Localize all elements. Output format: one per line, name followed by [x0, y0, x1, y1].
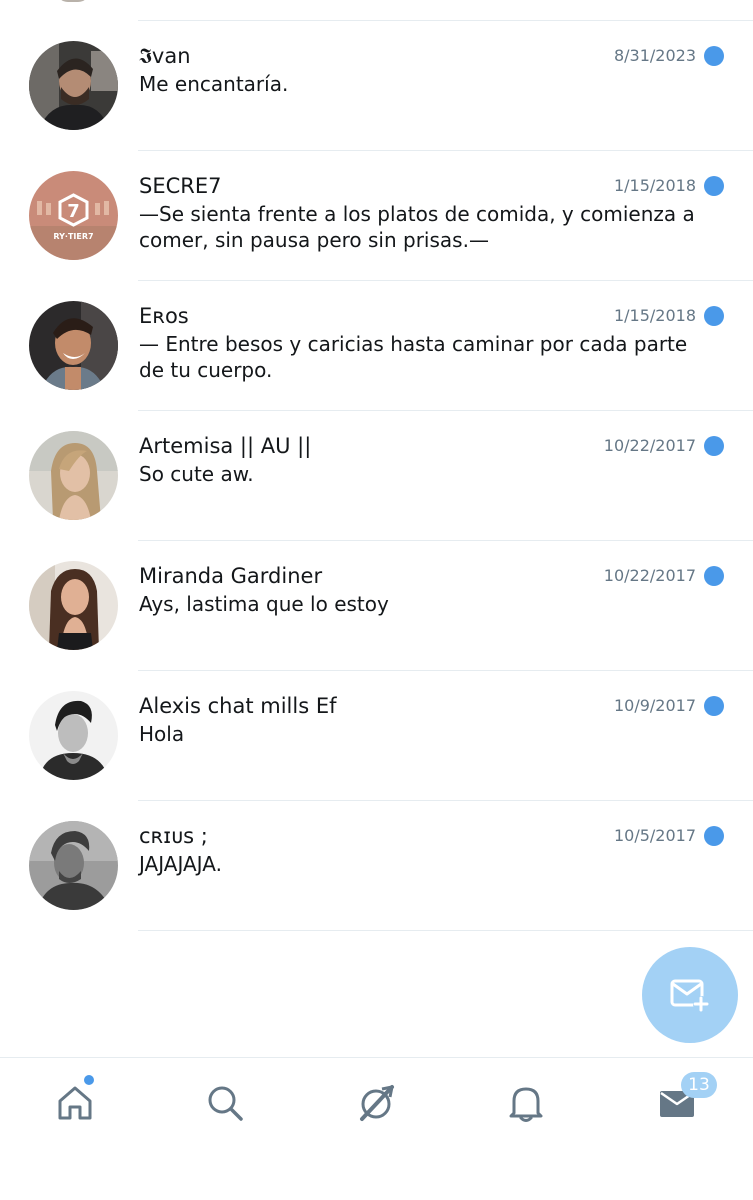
conversation-row[interactable]: ᴄʀɪᴜs ; 10/5/2017 JAJAJAJA. [0, 801, 753, 931]
moments-icon [360, 1085, 394, 1121]
conversation-preview: Ays, lastima que lo estoy [139, 592, 389, 616]
previous-conversation-edge [0, 0, 753, 21]
messages-badge: 13 [681, 1072, 717, 1098]
conversation-row[interactable]: Miranda Gardiner 10/22/2017 Ays, lastima… [0, 541, 753, 671]
conversation-name: Eʀᴏs [139, 304, 189, 328]
conversation-date: 10/22/2017 [603, 566, 696, 585]
conversation-name: SECRE7 [139, 174, 222, 198]
conversation-row[interactable]: Artemisa || AU || 10/22/2017 So cute aw. [0, 411, 753, 541]
conversation-row[interactable]: 7 RY·TIER7 SECRE7 1/15/2018 —Se sienta f… [0, 151, 753, 281]
conversation-name: ᴄʀɪᴜs ; [139, 824, 208, 848]
conversation-name: Artemisa || AU || [139, 434, 312, 458]
unread-indicator [704, 696, 724, 716]
home-notification-dot [84, 1075, 94, 1085]
tab-moments[interactable] [351, 1078, 401, 1128]
bell-icon [509, 1087, 543, 1122]
conversation-preview: —Se sienta frente a los platos de comida… [139, 202, 695, 252]
conversation-row[interactable]: Eʀᴏs 1/15/2018 — Entre besos y caricias … [0, 281, 753, 411]
new-message-button[interactable] [642, 947, 738, 1043]
conversation-row[interactable]: Alexis chat mills Ef 10/9/2017 Hola [0, 671, 753, 801]
conversation-date: 10/22/2017 [603, 436, 696, 455]
avatar[interactable] [29, 41, 118, 130]
conversation-preview: — Entre besos y caricias hasta caminar p… [139, 332, 688, 382]
search-icon [208, 1086, 243, 1121]
conversation-date: 10/5/2017 [613, 826, 696, 845]
avatar[interactable] [29, 431, 118, 520]
conversation-name: Miranda Gardiner [139, 564, 323, 588]
unread-indicator [704, 566, 724, 586]
unread-indicator [704, 176, 724, 196]
tab-home[interactable] [50, 1078, 100, 1128]
conversation-date: 1/15/2018 [613, 176, 696, 195]
unread-indicator [704, 436, 724, 456]
conversation-preview: Me encantaría. [139, 72, 289, 96]
conversation-preview: So cute aw. [139, 462, 254, 486]
avatar[interactable]: 7 RY·TIER7 [29, 171, 118, 260]
avatar [56, 0, 90, 2]
conversation-list: 𝕴van 8/31/2023 Me encantaría. 7 RY·TIER7… [0, 21, 753, 931]
conversation-date: 1/15/2018 [613, 306, 696, 325]
divider [138, 930, 753, 931]
conversation-row[interactable]: 𝕴van 8/31/2023 Me encantaría. [0, 21, 753, 151]
conversation-name: 𝕴van [139, 44, 191, 68]
unread-indicator [704, 826, 724, 846]
avatar[interactable] [29, 301, 118, 390]
conversation-date: 10/9/2017 [613, 696, 696, 715]
unread-indicator [704, 46, 724, 66]
logo-caption: RY·TIER7 [53, 232, 93, 241]
tab-notifications[interactable] [501, 1078, 551, 1128]
conversation-preview: Hola [139, 722, 185, 746]
avatar[interactable] [29, 821, 118, 910]
unread-indicator [704, 306, 724, 326]
avatar[interactable] [29, 691, 118, 780]
conversation-preview: JAJAJAJA. [139, 852, 222, 876]
logo-digit: 7 [67, 201, 80, 222]
compose-message-icon [670, 979, 709, 1012]
avatar[interactable] [29, 561, 118, 650]
tab-search[interactable] [200, 1078, 250, 1128]
bottom-tab-bar: 13 [0, 1057, 753, 1200]
home-icon [58, 1086, 92, 1120]
conversation-name: Alexis chat mills Ef [139, 694, 337, 718]
conversation-date: 8/31/2023 [613, 46, 696, 65]
messages-screen: 𝕴van 8/31/2023 Me encantaría. 7 RY·TIER7… [0, 0, 753, 1200]
